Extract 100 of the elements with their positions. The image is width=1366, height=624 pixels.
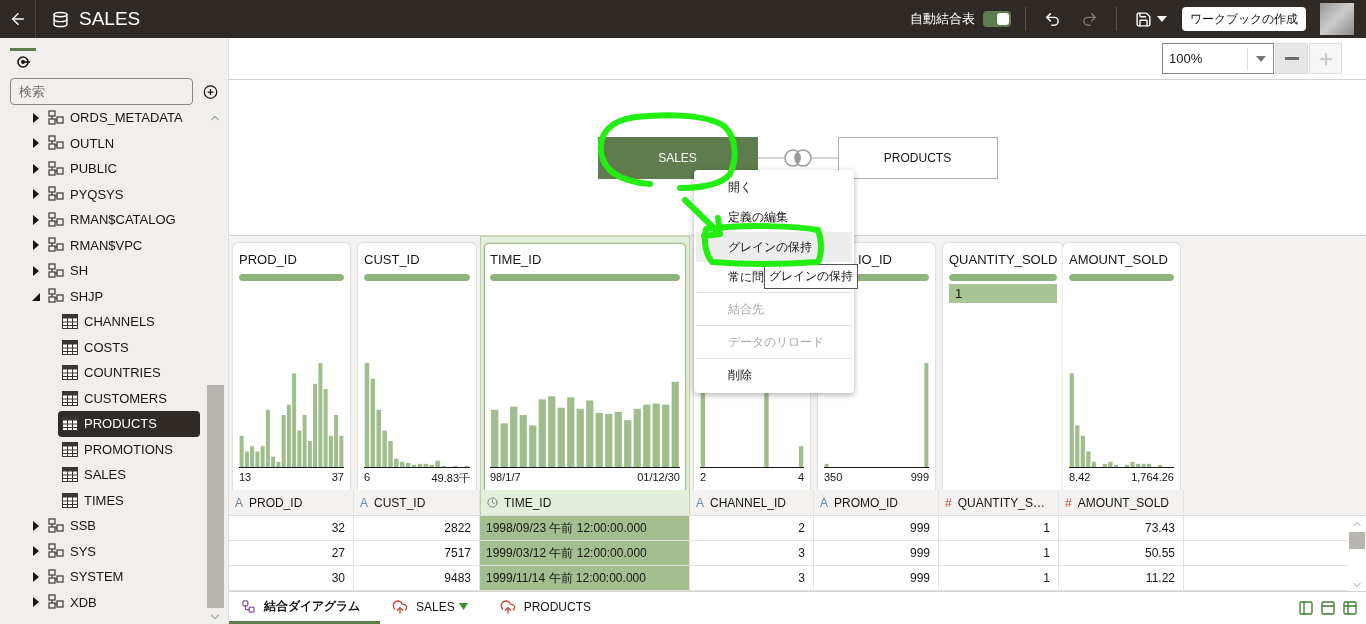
table-icon (62, 416, 78, 432)
column-header[interactable]: # AMOUNT_SOLD (1059, 490, 1184, 515)
table-cell: 27 (229, 541, 354, 566)
grid-icon[interactable] (1342, 600, 1358, 616)
histogram-bar (798, 446, 804, 467)
bottom-tab[interactable]: SALES (380, 592, 488, 624)
scrollbar-thumb[interactable] (206, 385, 224, 608)
column-header[interactable]: TIME_ID (480, 490, 690, 515)
tree-item[interactable]: RMAN$VPC (30, 232, 200, 258)
add-icon[interactable] (203, 83, 218, 100)
max-value: 4 (797, 471, 804, 485)
column-name: PROD_ID (249, 495, 303, 510)
tree-item-label: RMAN$CATALOG (70, 212, 176, 228)
schema-icon (48, 109, 64, 126)
tree-item-label: RMAN$VPC (70, 237, 143, 253)
max-value: 999 (910, 471, 929, 485)
column-name: QUANTITY_S… (957, 495, 1046, 510)
type-glyph: # (945, 495, 952, 510)
schema-icon (48, 288, 64, 305)
column-profile-card[interactable]: AMOUNT_SOLD 8.42 1,764.26 (1063, 243, 1180, 490)
zoom-select[interactable]: 100% (1162, 43, 1274, 74)
table-cell: 1 (939, 566, 1059, 591)
min-value: 13 (239, 471, 252, 485)
tree-item[interactable]: PYQSYS (30, 181, 200, 207)
bottom-tab[interactable]: PRODUCTS (487, 592, 612, 624)
zoom-out-button[interactable] (1275, 43, 1308, 74)
tree-item[interactable]: SH (30, 258, 200, 284)
tree-item[interactable]: ORDS_METADATA (30, 105, 200, 131)
profile-title: QUANTITY_SOLD (949, 252, 1058, 268)
table-cell: 2822 (354, 516, 480, 541)
column-profile-card[interactable]: CUST_ID 6 49.83千 (358, 243, 476, 490)
tree-item[interactable]: CHANNELS (58, 309, 200, 335)
value-bar[interactable]: 1 (949, 284, 1058, 303)
clock-icon (487, 497, 498, 508)
caret-icon[interactable] (458, 603, 468, 610)
tree-item[interactable]: XDB (30, 589, 200, 615)
profile-title: CUST_ID (364, 252, 421, 268)
schema-icon (48, 186, 64, 203)
search-field[interactable]: 検索 (10, 78, 193, 105)
window-title: SALES (79, 8, 141, 30)
schema-icon (48, 543, 64, 560)
table-icon (62, 467, 78, 483)
database-icon (52, 10, 69, 28)
tree-item-label: XDB (70, 594, 97, 610)
tree-item[interactable]: COSTS (58, 334, 200, 360)
tree-item[interactable]: PROMOTIONS (58, 436, 200, 462)
join-connector[interactable] (757, 147, 838, 168)
schema-icon (48, 262, 64, 279)
tree-item-label: ORDS_METADATA (70, 110, 183, 126)
panel-top-icon[interactable] (1320, 600, 1336, 616)
min-value: 350 (824, 471, 843, 485)
table-cell: 3 (690, 566, 814, 591)
tree-item[interactable]: RMAN$CATALOG (30, 207, 200, 233)
tree-item[interactable]: TIMES (58, 487, 200, 513)
column-profile-card[interactable]: TIME_ID 98/1/7 01/12/30 (484, 243, 686, 490)
tree-item[interactable]: SALES (58, 462, 200, 488)
schema-icon (48, 160, 64, 177)
max-value: 1,764.26 (1131, 471, 1174, 485)
tree-item[interactable]: PUBLIC (30, 156, 200, 182)
menu-item[interactable]: 削除 (696, 358, 852, 391)
type-glyph: A (820, 495, 828, 510)
column-name: AMOUNT_SOLD (1077, 495, 1170, 510)
column-header[interactable]: # QUANTITY_S… (939, 490, 1059, 515)
column-header[interactable]: A PROMO_ID (814, 490, 939, 515)
table-icon (62, 390, 78, 406)
caret-icon (1255, 55, 1266, 62)
tree-item[interactable]: SHJP (30, 283, 200, 309)
tree-item[interactable]: SYSTEM (30, 564, 200, 590)
tree-item[interactable]: SYS (30, 538, 200, 564)
schema-icon (48, 237, 64, 254)
panel-left-icon[interactable] (1298, 600, 1314, 616)
create-workbook-button[interactable]: ワークブックの作成 (1182, 7, 1306, 31)
table-cell: 50.55 (1059, 541, 1184, 566)
tree-item-label: COUNTRIES (84, 365, 161, 381)
max-value: 49.83千 (431, 471, 470, 486)
tree-item[interactable]: CUSTOMERS (58, 385, 200, 411)
tree-item[interactable]: PRODUCTS (58, 411, 200, 437)
tree-item-label: PYQSYS (70, 186, 124, 202)
column-header[interactable]: A CHANNEL_ID (690, 490, 814, 515)
undo-icon (1044, 10, 1061, 28)
column-profile-card[interactable]: QUANTITY_SOLD 1 (943, 243, 1064, 490)
table-cell: 32 (229, 516, 354, 541)
table-cell: 3 (690, 541, 814, 566)
tree-item[interactable]: COUNTRIES (58, 360, 200, 386)
column-header[interactable]: A PROD_ID (229, 490, 354, 515)
auto-join-toggle[interactable] (983, 11, 1011, 27)
tree-item-label: COSTS (84, 339, 129, 355)
table-cell: 7517 (354, 541, 480, 566)
column-profile-card[interactable]: PROD_ID 13 37 (233, 243, 350, 490)
scrollbar-thumb[interactable] (1349, 532, 1365, 549)
profile-title: PROD_ID (239, 252, 298, 268)
bottom-tab[interactable]: 結合ダイアグラム (229, 592, 380, 624)
table-cell: 999 (814, 541, 939, 566)
tree-item[interactable]: SSB (30, 513, 200, 539)
schema-icon (48, 568, 64, 585)
table-node[interactable]: PRODUCTS (837, 136, 998, 179)
schema-icon (48, 211, 64, 228)
tree-item[interactable]: OUTLN (30, 130, 200, 156)
column-name: PROMO_ID (834, 495, 899, 510)
menu-item[interactable]: 定義の編集 (696, 202, 852, 232)
